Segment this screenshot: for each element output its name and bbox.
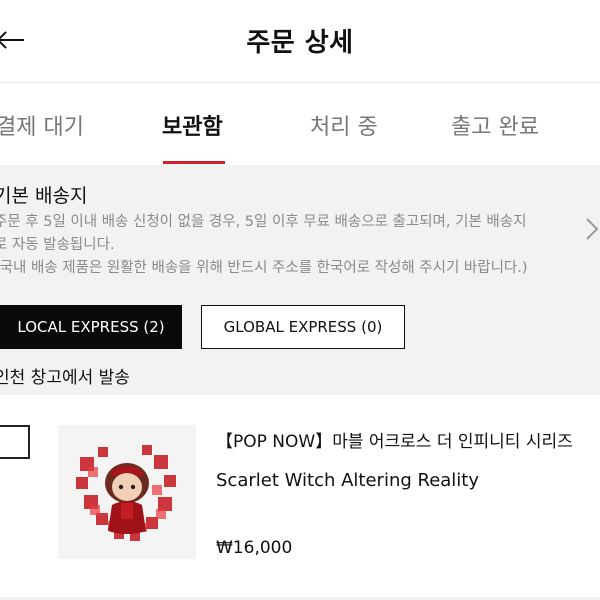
tab-processing[interactable]: 처리 중 — [310, 109, 378, 141]
product-image[interactable] — [58, 425, 196, 559]
tab-shipped[interactable]: 출고 완료 — [451, 109, 539, 141]
order-status-tabs: 결제 대기 보관함 처리 중 출고 완료 — [0, 83, 600, 165]
default-address-title: 기본 배송지 — [0, 185, 88, 207]
product-subtitle: Scarlet Witch Altering Reality — [216, 470, 480, 491]
active-tab-indicator — [163, 161, 225, 164]
tab-storage[interactable]: 보관함 — [162, 109, 223, 141]
shipping-panel: 기본 배송지 주문 후 5일 이내 배송 신청이 없을 경우, 5일 이후 무료… — [0, 165, 600, 395]
header-bar: 주문 상세 — [0, 0, 600, 83]
product-name[interactable]: 【POP NOW】마블 어크로스 더 인피니티 시리즈 — [216, 427, 573, 452]
notice-line: 로 자동 발송됩니다. — [0, 237, 115, 253]
local-express-button[interactable]: LOCAL EXPRESS (2) — [0, 305, 182, 349]
tab-pending-payment[interactable]: 결제 대기 — [0, 109, 84, 141]
product-checkbox[interactable] — [0, 425, 30, 459]
shipping-notice: 주문 후 5일 이내 배송 신청이 없을 경우, 5일 이후 무료 배송으로 출… — [0, 211, 564, 280]
chevron-right-icon[interactable] — [582, 215, 600, 243]
warehouse-label: 인천 창고에서 발송 — [0, 368, 130, 388]
notice-line: (국내 배송 제품은 원활한 배송을 위해 반드시 주소를 한국어로 작성해 주… — [0, 260, 528, 276]
product-price: ₩16,000 — [216, 538, 293, 558]
notice-line: 주문 후 5일 이내 배송 신청이 없을 경우, 5일 이후 무료 배송으로 출… — [0, 214, 527, 230]
global-express-button[interactable]: GLOBAL EXPRESS (0) — [201, 305, 405, 349]
page-title: 주문 상세 — [246, 28, 354, 58]
product-row: 【POP NOW】마블 어크로스 더 인피니티 시리즈 Scarlet Witc… — [0, 395, 600, 600]
